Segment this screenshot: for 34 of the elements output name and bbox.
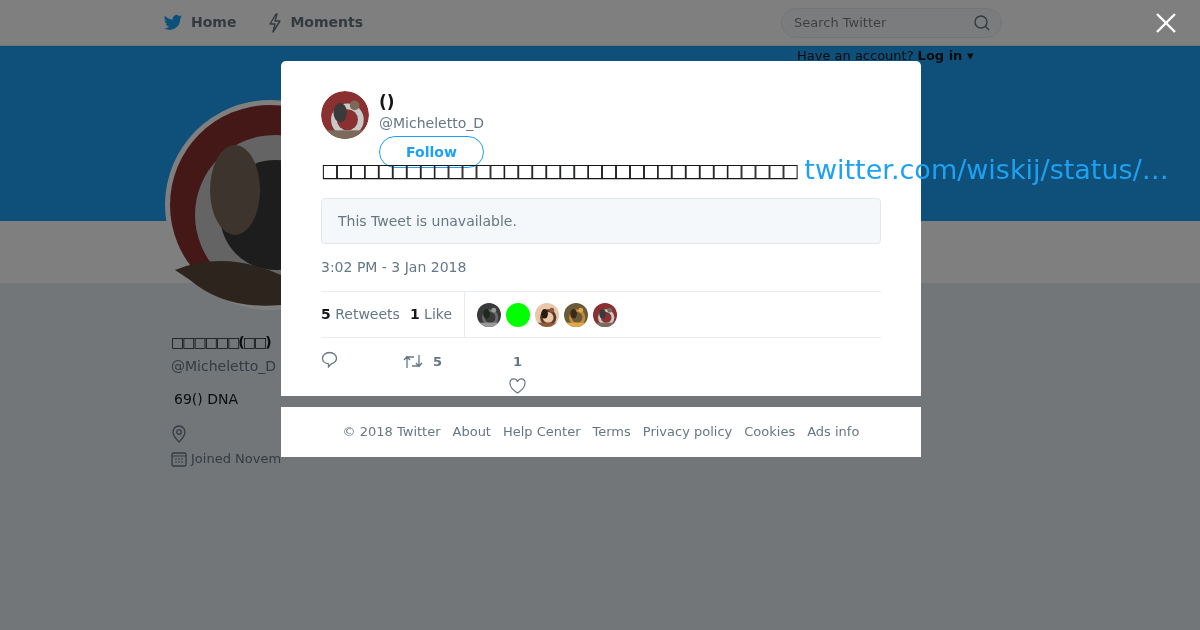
retweet-icon [403,354,423,370]
like-button[interactable]: 1 [509,352,526,394]
footer-link[interactable]: Ads info [807,422,860,442]
footer-link[interactable]: Terms [592,422,631,442]
bird-icon [163,13,183,32]
lightning-icon [268,12,283,33]
nav-tab[interactable]: Moments [268,12,364,33]
reply-button[interactable] [321,351,338,368]
heart-icon [509,377,526,394]
footer-link[interactable]: Privacy policy [642,422,733,442]
stat-link[interactable]: 5 Retweets [321,304,400,325]
tweet-timestamp: 3:02 PM - 3 Jan 2018 [321,258,468,277]
profile-bio: 69() DNA [174,390,239,409]
footer-link[interactable]: Help Center [502,422,581,442]
footer-link[interactable]: Cookies [744,422,796,442]
search-field[interactable]: Search Twitter [781,7,1002,38]
calendar-icon [171,450,187,467]
author-name: () [379,91,396,113]
profile-handle: @Micheletto_D [171,357,276,376]
joined-date: Joined Novem [191,450,282,468]
retweet-button[interactable]: 5 [403,352,443,372]
unavailable-notice: This Tweet is unavailable. [321,198,881,244]
reply-icon [321,351,338,368]
author-handle: @Micheletto_D [379,114,484,133]
close-button[interactable] [1155,12,1177,34]
login-prompt: Have an account? [797,47,914,65]
nav-tab[interactable]: Home [163,12,237,33]
search-icon [974,14,990,31]
copyright: © 2018 Twitter [342,423,441,442]
location-pin-icon [171,425,187,443]
stat-link[interactable]: 1 Like [409,304,452,325]
footer-link[interactable]: About [452,422,491,442]
close-icon [1155,12,1177,34]
profile-name: □□□□□□(□□) [171,333,270,352]
